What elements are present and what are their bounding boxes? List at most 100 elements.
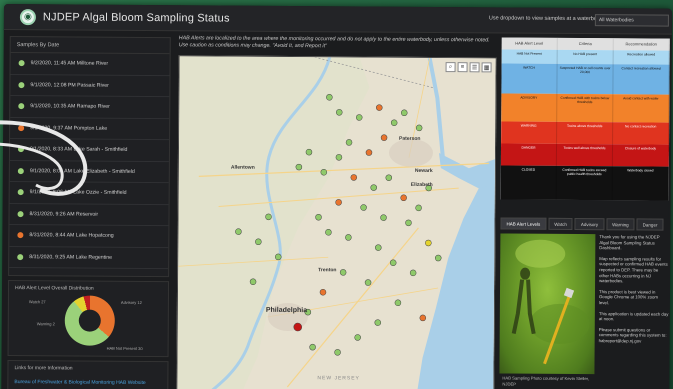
- sample-marker[interactable]: [415, 204, 422, 212]
- sample-marker[interactable]: [355, 114, 363, 121]
- donut-label-advisory: Advisory 12: [120, 299, 142, 305]
- alert-table-row: DANGER Toxins well above thresholds Closur…: [500, 143, 670, 167]
- alert-table-header-criteria: Criteria: [557, 37, 614, 51]
- sample-marker[interactable]: [255, 238, 262, 246]
- sample-marker[interactable]: [380, 134, 388, 141]
- sample-list: 9/2/2020, 11:45 AM Milltone River 9/1/202…: [9, 53, 170, 270]
- status-dot-icon: [17, 232, 24, 239]
- alert-table-cell: DANGER: [500, 143, 558, 166]
- tab-advisory[interactable]: Advisory: [574, 217, 605, 231]
- sample-item-text: 9/1/2020, 8:01 AM Lake Elizabeth - Smith…: [29, 167, 135, 175]
- samples-panel: Samples By Date 9/2/2020, 11:45 AM Millt…: [8, 36, 171, 278]
- map-label-allentown: Allentown: [230, 164, 255, 171]
- sample-item-text: 9/1/2020, 8:06 AM Lake Ozzie - Smithfiel…: [29, 189, 127, 197]
- alert-table-cell: Toxins above thresholds: [557, 121, 614, 145]
- sample-marker[interactable]: [334, 349, 341, 356]
- alert-table-row: CLOSED Confirmed HAB toxins exceed public…: [500, 165, 669, 201]
- alert-table-footer: [500, 199, 669, 219]
- sample-marker[interactable]: [345, 139, 353, 146]
- sample-marker[interactable]: [350, 174, 358, 181]
- sample-marker[interactable]: [345, 234, 352, 241]
- sample-marker[interactable]: [405, 219, 412, 227]
- alert-table-cell: ADVISORY: [501, 93, 558, 122]
- hab-website-link[interactable]: Bureau of Freshwater & Biological Monito…: [14, 379, 161, 386]
- alert-table-cell: No contact recreation: [613, 122, 670, 145]
- sample-marker[interactable]: [235, 228, 242, 235]
- tab-watch[interactable]: Watch: [548, 217, 573, 230]
- sample-marker[interactable]: [364, 279, 372, 286]
- sample-marker[interactable]: [360, 204, 367, 211]
- tab-warning[interactable]: Warning: [606, 218, 635, 231]
- sample-marker[interactable]: [295, 163, 303, 171]
- sample-marker[interactable]: [390, 119, 398, 126]
- sample-marker[interactable]: [319, 288, 327, 296]
- sample-item-text: 9/1/2020, 12:08 PM Passaic River: [30, 81, 109, 89]
- alert-table-row: ADVISORY Confirmed HAB with toxins below …: [501, 93, 670, 123]
- sample-list-item[interactable]: 9/1/2020, 8:33 AM Lake Sarah - Smithfiel…: [9, 139, 170, 162]
- distribution-title: HAB Alert Level Overall Distribution: [14, 285, 94, 292]
- sample-marker[interactable]: [249, 278, 257, 285]
- status-dot-icon: [18, 103, 25, 110]
- sample-list-item[interactable]: 9/1/2020, 10:35 AM Ramapo River: [10, 96, 170, 119]
- sample-marker[interactable]: [335, 199, 342, 206]
- sample-list-item[interactable]: 9/1/2020, 12:08 PM Passaic River: [10, 74, 170, 98]
- sample-marker[interactable]: [326, 94, 333, 101]
- sample-marker[interactable]: [389, 259, 397, 266]
- map-label-elizabeth: Elizabeth: [410, 181, 433, 188]
- sample-marker[interactable]: [401, 109, 408, 117]
- sample-marker[interactable]: [434, 254, 442, 262]
- sample-list-item[interactable]: 8/31/2020, 9:26 AM Reservoir: [9, 203, 169, 227]
- waterbody-dropdown[interactable]: All Waterbodies: [594, 14, 669, 27]
- sample-marker[interactable]: [335, 154, 343, 161]
- sample-list-item[interactable]: 8/31/2020, 9:25 AM Lake Regentine: [9, 246, 169, 270]
- sample-marker[interactable]: [274, 253, 282, 261]
- info-p2: Map reflects sampling results for suspec…: [599, 255, 668, 284]
- sample-marker[interactable]: [336, 109, 343, 116]
- sample-marker[interactable]: [320, 168, 328, 176]
- sample-marker[interactable]: [400, 194, 407, 202]
- sample-marker[interactable]: [309, 343, 316, 351]
- sample-marker[interactable]: [425, 239, 432, 247]
- sample-marker[interactable]: [354, 334, 361, 341]
- sample-list-item[interactable]: 9/1/2020, 8:01 AM Lake Elizabeth - Smith…: [9, 160, 169, 184]
- sample-list-item[interactable]: 8/31/2020, 8:44 AM Lake Hopatcong: [9, 225, 169, 248]
- layers-icon[interactable]: ≡: [457, 62, 468, 73]
- alert-tabs: HAB Alert Levels Watch Advisory Warning Dang…: [500, 217, 668, 231]
- list-icon[interactable]: ☰: [469, 62, 480, 73]
- map-view[interactable]: ⌕ ≡ ☰ ▦ Paterson Newark Elizabeth Allent…: [176, 55, 497, 389]
- distribution-donut-chart[interactable]: [64, 295, 115, 346]
- sample-marker[interactable]: [380, 214, 387, 221]
- sample-marker[interactable]: [376, 104, 383, 111]
- alert-table-rows: HAB Not Present No HAB present Recreation …: [500, 49, 670, 201]
- sample-marker[interactable]: [365, 149, 373, 156]
- donut-label-warning: Warning 2: [36, 321, 55, 327]
- sample-marker[interactable]: [409, 269, 417, 277]
- sample-marker[interactable]: [375, 244, 382, 251]
- sample-marker[interactable]: [305, 148, 313, 156]
- info-p5: Please submit questions or comments rega…: [598, 326, 667, 344]
- sample-marker[interactable]: [374, 319, 382, 326]
- sample-marker[interactable]: [370, 184, 377, 191]
- sample-marker[interactable]: [265, 213, 272, 221]
- alert-table-header-level: HAB Alert Level: [501, 37, 558, 50]
- sample-marker[interactable]: [394, 299, 402, 307]
- tab-danger[interactable]: Danger: [636, 218, 664, 231]
- sample-marker[interactable]: [385, 174, 393, 181]
- info-p1: Thank you for using the NJDEP Algal Bloo…: [599, 234, 660, 251]
- sample-marker[interactable]: [315, 213, 322, 221]
- map-svg: [177, 56, 497, 389]
- sample-list-item[interactable]: 9/1/2020, 9:37 AM Pompton Lake: [10, 117, 170, 141]
- sampling-photo: [499, 233, 596, 375]
- samples-panel-title: Samples By Date: [10, 37, 170, 55]
- sample-list-item[interactable]: 9/2/2020, 11:45 AM Milltone River: [10, 53, 170, 76]
- tab-hab-alert-levels[interactable]: HAB Alert Levels: [500, 217, 547, 230]
- grid-icon[interactable]: ▦: [481, 62, 492, 73]
- sample-marker[interactable]: [415, 124, 423, 132]
- sample-list-item[interactable]: 9/1/2020, 8:06 AM Lake Ozzie - Smithfiel…: [9, 182, 169, 205]
- sample-marker[interactable]: [339, 269, 347, 276]
- sample-marker[interactable]: [325, 229, 332, 236]
- search-icon[interactable]: ⌕: [445, 62, 456, 73]
- sample-marker[interactable]: [419, 314, 427, 322]
- sample-marker[interactable]: [293, 322, 303, 332]
- njdep-logo-icon: ◉: [19, 8, 36, 25]
